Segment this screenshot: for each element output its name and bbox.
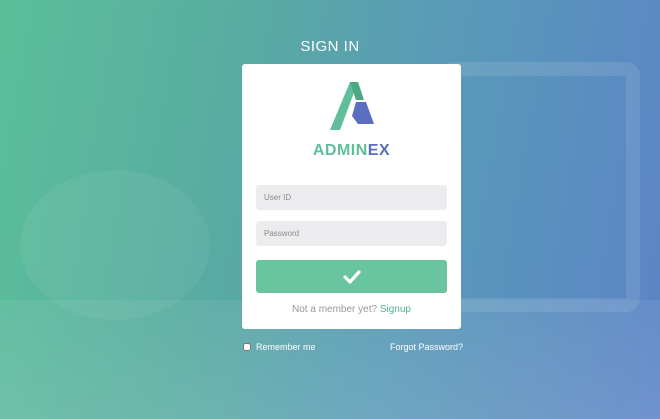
page-title: SIGN IN	[300, 38, 360, 55]
brand-part-2: EX	[367, 142, 391, 159]
brand-name: ADMINEX	[242, 142, 461, 160]
user-id-input[interactable]	[256, 185, 447, 210]
brand-part-1: ADMIN	[312, 142, 368, 159]
signup-link[interactable]: Signup	[380, 304, 411, 315]
checkmark-icon	[342, 269, 361, 284]
password-input[interactable]	[256, 221, 447, 246]
background-blob	[20, 170, 210, 320]
remember-me-checkbox[interactable]	[243, 343, 251, 351]
signup-text: Not a member yet?	[292, 304, 378, 315]
login-card: ADMINEX Not a member yet? Signup	[242, 64, 461, 329]
forgot-password-link[interactable]: Forgot Password?	[390, 342, 463, 352]
background-laptop	[440, 62, 640, 312]
signup-prompt: Not a member yet? Signup	[242, 304, 461, 315]
remember-me-label: Remember me	[256, 342, 316, 352]
submit-button[interactable]	[256, 260, 447, 293]
adminex-logo-icon	[330, 82, 374, 130]
remember-me[interactable]: Remember me	[243, 342, 316, 352]
